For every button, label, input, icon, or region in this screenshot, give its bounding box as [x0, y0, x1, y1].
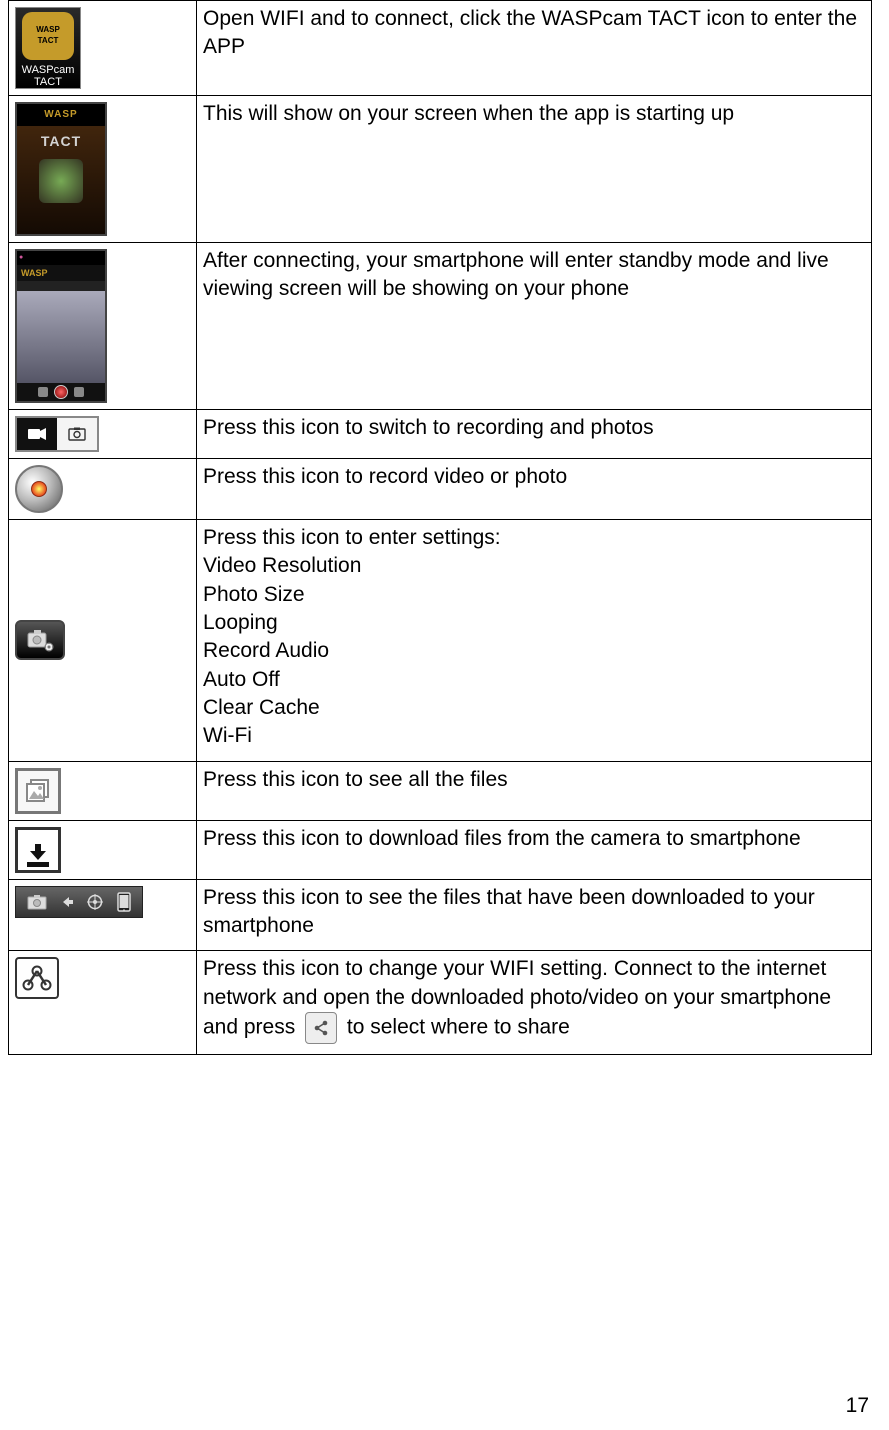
row-9-text: Press this icon to see the files that ha…: [197, 879, 872, 951]
wifi-share-icon: [15, 957, 59, 999]
row-1-text: Open WIFI and to connect, click the WASP…: [197, 1, 872, 96]
row-3-text: After connecting, your smartphone will e…: [197, 243, 872, 410]
settings-item-5: Auto Off: [203, 666, 865, 694]
settings-icon: [15, 620, 65, 660]
mode-switch-icon: [15, 416, 99, 452]
waspcam-tact-app-icon: WASP TACT WASPcam TACT: [15, 7, 81, 89]
row-5-text: Press this icon to record video or photo: [197, 459, 872, 520]
share-button-icon: [305, 1012, 337, 1044]
splash-graphic: [39, 159, 83, 203]
app-splash-screenshot: WASP TACT: [15, 102, 107, 236]
page-number: 17: [846, 1394, 869, 1418]
splash-top-logo: WASP: [17, 104, 105, 126]
liveview-logo: WASP: [17, 265, 105, 281]
app-liveview-screenshot: ● WASP: [15, 249, 107, 403]
row-2-text: This will show on your screen when the a…: [197, 96, 872, 243]
app-badge: WASP TACT: [22, 12, 74, 60]
row-7-text: Press this icon to see all the files: [197, 761, 872, 820]
files-gallery-icon: [15, 768, 61, 814]
app-icon-label: WASPcam TACT: [22, 64, 75, 88]
settings-lead: Press this icon to enter settings:: [203, 524, 865, 552]
instruction-table: WASP TACT WASPcam TACT Open WIFI and to …: [8, 0, 872, 1055]
record-button-icon: [15, 465, 63, 513]
settings-item-1: Video Resolution: [203, 552, 865, 580]
row-10-post: to select where to share: [341, 1016, 570, 1039]
settings-item-2: Photo Size: [203, 581, 865, 609]
row-8-text: Press this icon to download files from t…: [197, 820, 872, 879]
row-6-text: Press this icon to enter settings: Video…: [197, 520, 872, 762]
settings-item-6: Clear Cache: [203, 694, 865, 722]
splash-wordmark: TACT: [41, 132, 81, 151]
device-transfer-icon: [15, 886, 143, 918]
settings-item-3: Looping: [203, 609, 865, 637]
row-4-text: Press this icon to switch to recording a…: [197, 410, 872, 459]
settings-item-7: Wi-Fi: [203, 722, 865, 750]
download-icon: [15, 827, 61, 873]
row-10-text: Press this icon to change your WIFI sett…: [197, 951, 872, 1055]
settings-item-4: Record Audio: [203, 637, 865, 665]
